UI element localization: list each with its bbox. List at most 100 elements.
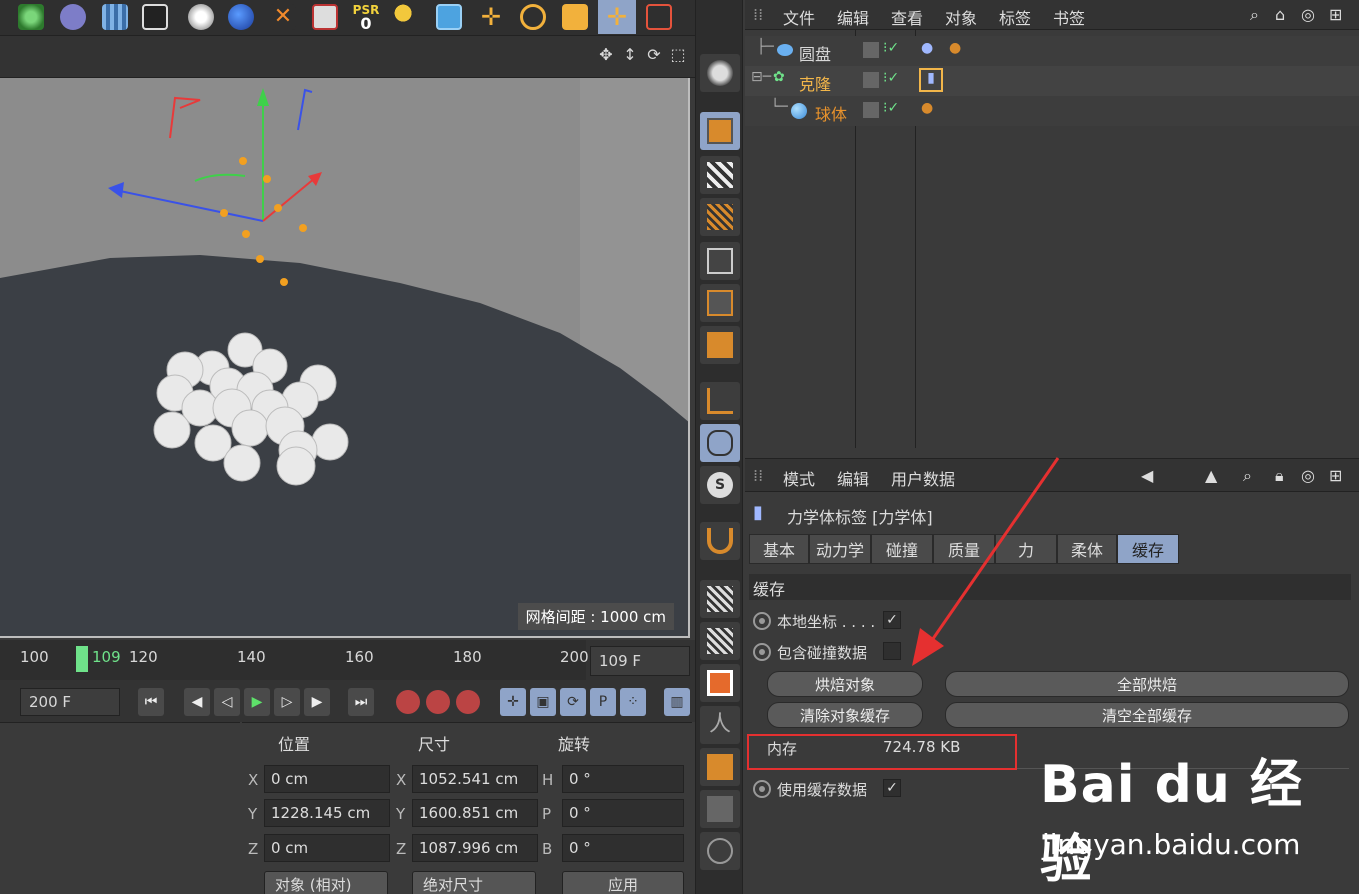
drag-handle-icon[interactable]: ⁞⁞: [753, 5, 763, 24]
sculpt-icon[interactable]: [700, 790, 740, 828]
local-coords-checkbox[interactable]: ✓: [883, 611, 901, 629]
tweak-mode-icon[interactable]: [700, 424, 740, 462]
snap-icon[interactable]: ✕: [264, 0, 302, 34]
current-frame-field[interactable]: 109 F: [590, 646, 690, 676]
search-icon[interactable]: ⌕: [1250, 5, 1259, 25]
object-row-cloner[interactable]: ⊟─ ✿ 克隆 ⁝✓ ▮: [745, 66, 1359, 96]
tab-basic[interactable]: 基本: [749, 534, 809, 564]
menu-edit[interactable]: 编辑: [837, 5, 869, 29]
go-to-start-button[interactable]: ⏮: [138, 688, 164, 716]
tab-collision[interactable]: 碰撞: [871, 534, 933, 564]
pos-y-field[interactable]: 1228.145 cm: [264, 799, 390, 827]
object-row-sphere[interactable]: └─ 球体 ⁝✓ ●: [745, 96, 1359, 126]
up-arrow-icon[interactable]: ▲: [1205, 466, 1217, 485]
apply-button[interactable]: 应用: [562, 871, 684, 894]
menu-tags[interactable]: 标签: [999, 5, 1031, 29]
solo-icon[interactable]: S: [700, 466, 740, 504]
keyframe-selection-button[interactable]: [456, 690, 480, 714]
tab-soft-body[interactable]: 柔体: [1057, 534, 1117, 564]
menu-objects[interactable]: 对象: [945, 5, 977, 29]
local-coords-radio[interactable]: [753, 612, 771, 630]
include-collision-checkbox[interactable]: [883, 642, 901, 660]
pos-z-field[interactable]: 0 cm: [264, 834, 390, 862]
parameter-key-icon[interactable]: P: [590, 688, 616, 716]
layer-icon[interactable]: [863, 72, 879, 88]
layer-icon[interactable]: [863, 102, 879, 118]
new-window-icon[interactable]: ⊞: [1329, 5, 1342, 24]
mograph-cloner-icon[interactable]: [12, 0, 50, 34]
sphere-grid-icon[interactable]: [700, 832, 740, 870]
rigid-body-tag-icon[interactable]: ●: [949, 40, 961, 56]
lock-icon[interactable]: 🔒︎: [1275, 466, 1284, 486]
clear-all-cache-button[interactable]: 清空全部缓存: [945, 702, 1349, 728]
move-tool-icon[interactable]: ✛: [472, 0, 510, 34]
target-icon[interactable]: ◎: [1301, 466, 1315, 485]
collapse-icon[interactable]: ⊟─: [751, 69, 771, 85]
3d-viewport[interactable]: 网格间距 : 1000 cm: [0, 78, 690, 638]
visible-check-icon[interactable]: ⁝✓: [883, 70, 899, 86]
pos-x-field[interactable]: 0 cm: [264, 765, 390, 793]
texture-mode-icon[interactable]: [700, 156, 740, 194]
timeline-ruler[interactable]: 100 109 120 140 160 180 200: [0, 640, 589, 680]
render-view-icon[interactable]: [700, 664, 740, 702]
dolly-icon[interactable]: ↕: [621, 46, 639, 64]
record-active-button[interactable]: [396, 690, 420, 714]
position-key-icon[interactable]: ✛: [500, 688, 526, 716]
size-z-field[interactable]: 1087.996 cm: [412, 834, 538, 862]
visible-check-icon[interactable]: ⁝✓: [883, 100, 899, 116]
psr-reset-button[interactable]: PSR 0: [346, 0, 386, 34]
next-key-button[interactable]: ▶: [304, 688, 330, 716]
polygons-mode-icon[interactable]: [700, 326, 740, 364]
playhead[interactable]: [76, 646, 88, 672]
clear-object-cache-button[interactable]: 清除对象缓存: [767, 702, 923, 728]
search-icon[interactable]: ⌕: [1243, 466, 1252, 486]
home-icon[interactable]: ⌂: [1275, 5, 1285, 24]
tab-force[interactable]: 力: [995, 534, 1057, 564]
size-x-field[interactable]: 1052.541 cm: [412, 765, 538, 793]
orbit-icon[interactable]: ⟳: [645, 46, 663, 64]
menu-user-data[interactable]: 用户数据: [891, 466, 955, 490]
scale-tool-icon[interactable]: [556, 0, 594, 34]
menu-mode[interactable]: 模式: [783, 466, 815, 490]
include-collision-radio[interactable]: [753, 643, 771, 661]
workplane-icon[interactable]: [306, 0, 344, 34]
next-frame-button[interactable]: ▷: [274, 688, 300, 716]
menu-view[interactable]: 查看: [891, 5, 923, 29]
tab-cache[interactable]: 缓存: [1117, 534, 1179, 564]
points-mode-icon[interactable]: [700, 242, 740, 280]
previous-key-button[interactable]: ◀: [184, 688, 210, 716]
planar-workplane-icon[interactable]: [700, 622, 740, 660]
rotation-key-icon[interactable]: ⟳: [560, 688, 586, 716]
end-frame-field[interactable]: 200 F: [20, 688, 120, 716]
axis-mode-icon[interactable]: [700, 382, 740, 420]
size-mode-dropdown[interactable]: 绝对尺寸: [412, 871, 536, 894]
locked-workplane-icon[interactable]: [700, 580, 740, 618]
drag-handle-icon[interactable]: ⁞⁞: [753, 466, 763, 485]
tab-dynamics[interactable]: 动力学: [809, 534, 871, 564]
rigid-body-tag-icon[interactable]: ●: [921, 100, 933, 116]
rot-h-field[interactable]: 0 °: [562, 765, 684, 793]
snap-magnet-icon[interactable]: [700, 522, 740, 560]
back-arrow-icon[interactable]: ◀: [1141, 466, 1153, 485]
cube-object-icon[interactable]: [430, 0, 468, 34]
previous-frame-button[interactable]: ◁: [214, 688, 240, 716]
deformer-icon[interactable]: [54, 0, 92, 34]
timeline-window-icon[interactable]: ▥: [664, 688, 690, 716]
live-selection-icon[interactable]: ✛: [598, 0, 636, 34]
menu-edit[interactable]: 编辑: [837, 466, 869, 490]
coordinate-system-icon[interactable]: [388, 0, 426, 34]
rotate-tool-icon[interactable]: [514, 0, 552, 34]
bake-all-button[interactable]: 全部烘焙: [945, 671, 1349, 697]
render-region-icon[interactable]: [640, 0, 678, 34]
new-window-icon[interactable]: ⊞: [1329, 466, 1342, 485]
character-icon[interactable]: 人: [700, 706, 740, 744]
pan-icon[interactable]: ✥: [597, 46, 615, 64]
point-level-key-icon[interactable]: ⁘: [620, 688, 646, 716]
autokey-button[interactable]: [426, 690, 450, 714]
layer-icon[interactable]: [863, 42, 879, 58]
maximize-icon[interactable]: ⬚: [669, 46, 687, 64]
go-to-end-button[interactable]: ⏭: [348, 688, 374, 716]
rot-p-field[interactable]: 0 °: [562, 799, 684, 827]
camera-icon[interactable]: [136, 0, 174, 34]
workplane-mode-icon[interactable]: [700, 198, 740, 236]
